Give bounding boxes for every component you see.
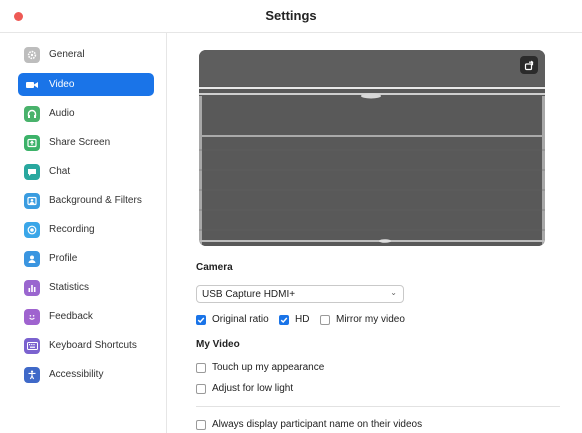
sidebar-item-video[interactable]: Video xyxy=(18,73,154,96)
profile-icon xyxy=(24,250,40,267)
rotate-icon xyxy=(524,60,533,70)
mirror-video-label: Mirror my video xyxy=(336,314,405,325)
window-title: Settings xyxy=(265,8,317,23)
mirror-video-checkbox[interactable]: Mirror my video xyxy=(320,314,405,325)
camera-heading: Camera xyxy=(196,262,233,273)
sidebar-item-profile[interactable]: Profile xyxy=(18,247,154,270)
sidebar-item-label: Share Screen xyxy=(49,137,111,148)
rotate-camera-button[interactable] xyxy=(520,56,538,74)
sidebar-item-label: Statistics xyxy=(49,282,90,293)
camera-select[interactable]: USB Capture HDMI+ ⌄ xyxy=(196,285,404,303)
checkbox-checked-icon xyxy=(279,314,289,325)
sidebar-item-label: Audio xyxy=(49,108,75,119)
gear-icon xyxy=(24,46,40,63)
camera-select-value: USB Capture HDMI+ xyxy=(202,288,296,300)
video-camera-icon xyxy=(24,76,40,93)
accessibility-icon xyxy=(24,366,40,383)
sidebar-item-feedback[interactable]: Feedback xyxy=(18,305,154,328)
sidebar-item-label: Background & Filters xyxy=(49,195,142,206)
background-icon xyxy=(24,192,40,209)
sidebar-item-audio[interactable]: Audio xyxy=(18,102,154,125)
participant-name-label: Always display participant name on their… xyxy=(212,419,423,430)
touch-up-checkbox[interactable]: Touch up my appearance xyxy=(196,362,324,373)
headphones-icon xyxy=(24,105,40,122)
sidebar-item-statistics[interactable]: Statistics xyxy=(18,276,154,299)
checkbox-unchecked-icon xyxy=(196,419,206,430)
participant-name-checkbox[interactable]: Always display participant name on their… xyxy=(196,419,422,430)
checkbox-checked-icon xyxy=(196,314,206,325)
title-bar: Settings xyxy=(0,0,582,33)
checkbox-unchecked-icon xyxy=(196,383,206,394)
sidebar-item-label: Chat xyxy=(49,166,71,177)
checkbox-unchecked-icon xyxy=(320,314,330,325)
smiley-icon xyxy=(24,308,40,325)
bar-chart-icon xyxy=(24,279,40,296)
checkbox-unchecked-icon xyxy=(196,362,206,373)
sidebar-item-label: Profile xyxy=(49,253,78,264)
sidebar-item-label: General xyxy=(49,49,85,60)
chevron-down-icon: ⌄ xyxy=(390,288,397,297)
sidebar-item-label: Recording xyxy=(49,224,95,235)
chat-icon xyxy=(24,163,40,180)
hd-checkbox[interactable]: HD xyxy=(279,314,309,325)
sidebar-item-label: Accessibility xyxy=(49,369,104,380)
sidebar-item-share-screen[interactable]: Share Screen xyxy=(18,131,154,154)
sidebar-item-general[interactable]: General xyxy=(18,43,154,66)
sidebar-item-keyboard-shortcuts[interactable]: Keyboard Shortcuts xyxy=(18,334,154,357)
low-light-label: Adjust for low light xyxy=(212,383,294,394)
my-video-heading: My Video xyxy=(196,339,240,350)
touch-up-label: Touch up my appearance xyxy=(212,362,325,373)
sidebar-item-label: Feedback xyxy=(49,311,93,322)
video-settings-panel: Camera USB Capture HDMI+ ⌄ Original rati… xyxy=(167,33,582,433)
sidebar-item-label: Keyboard Shortcuts xyxy=(49,340,137,351)
original-ratio-label: Original ratio xyxy=(212,314,269,325)
keyboard-icon xyxy=(24,337,40,354)
share-screen-icon xyxy=(24,134,40,151)
sidebar-item-recording[interactable]: Recording xyxy=(18,218,154,241)
camera-preview xyxy=(199,50,545,246)
sidebar-item-background-filters[interactable]: Background & Filters xyxy=(18,189,154,212)
hd-label: HD xyxy=(295,314,310,325)
sidebar-item-accessibility[interactable]: Accessibility xyxy=(18,363,154,386)
low-light-checkbox[interactable]: Adjust for low light xyxy=(196,383,293,394)
original-ratio-checkbox[interactable]: Original ratio xyxy=(196,314,269,325)
sidebar-item-label: Video xyxy=(49,79,75,90)
section-divider xyxy=(196,406,560,407)
record-icon xyxy=(24,221,40,238)
settings-sidebar: General Video Audio Share Screen Chat Ba… xyxy=(0,33,167,433)
camera-preview-image xyxy=(199,50,545,246)
sidebar-item-chat[interactable]: Chat xyxy=(18,160,154,183)
